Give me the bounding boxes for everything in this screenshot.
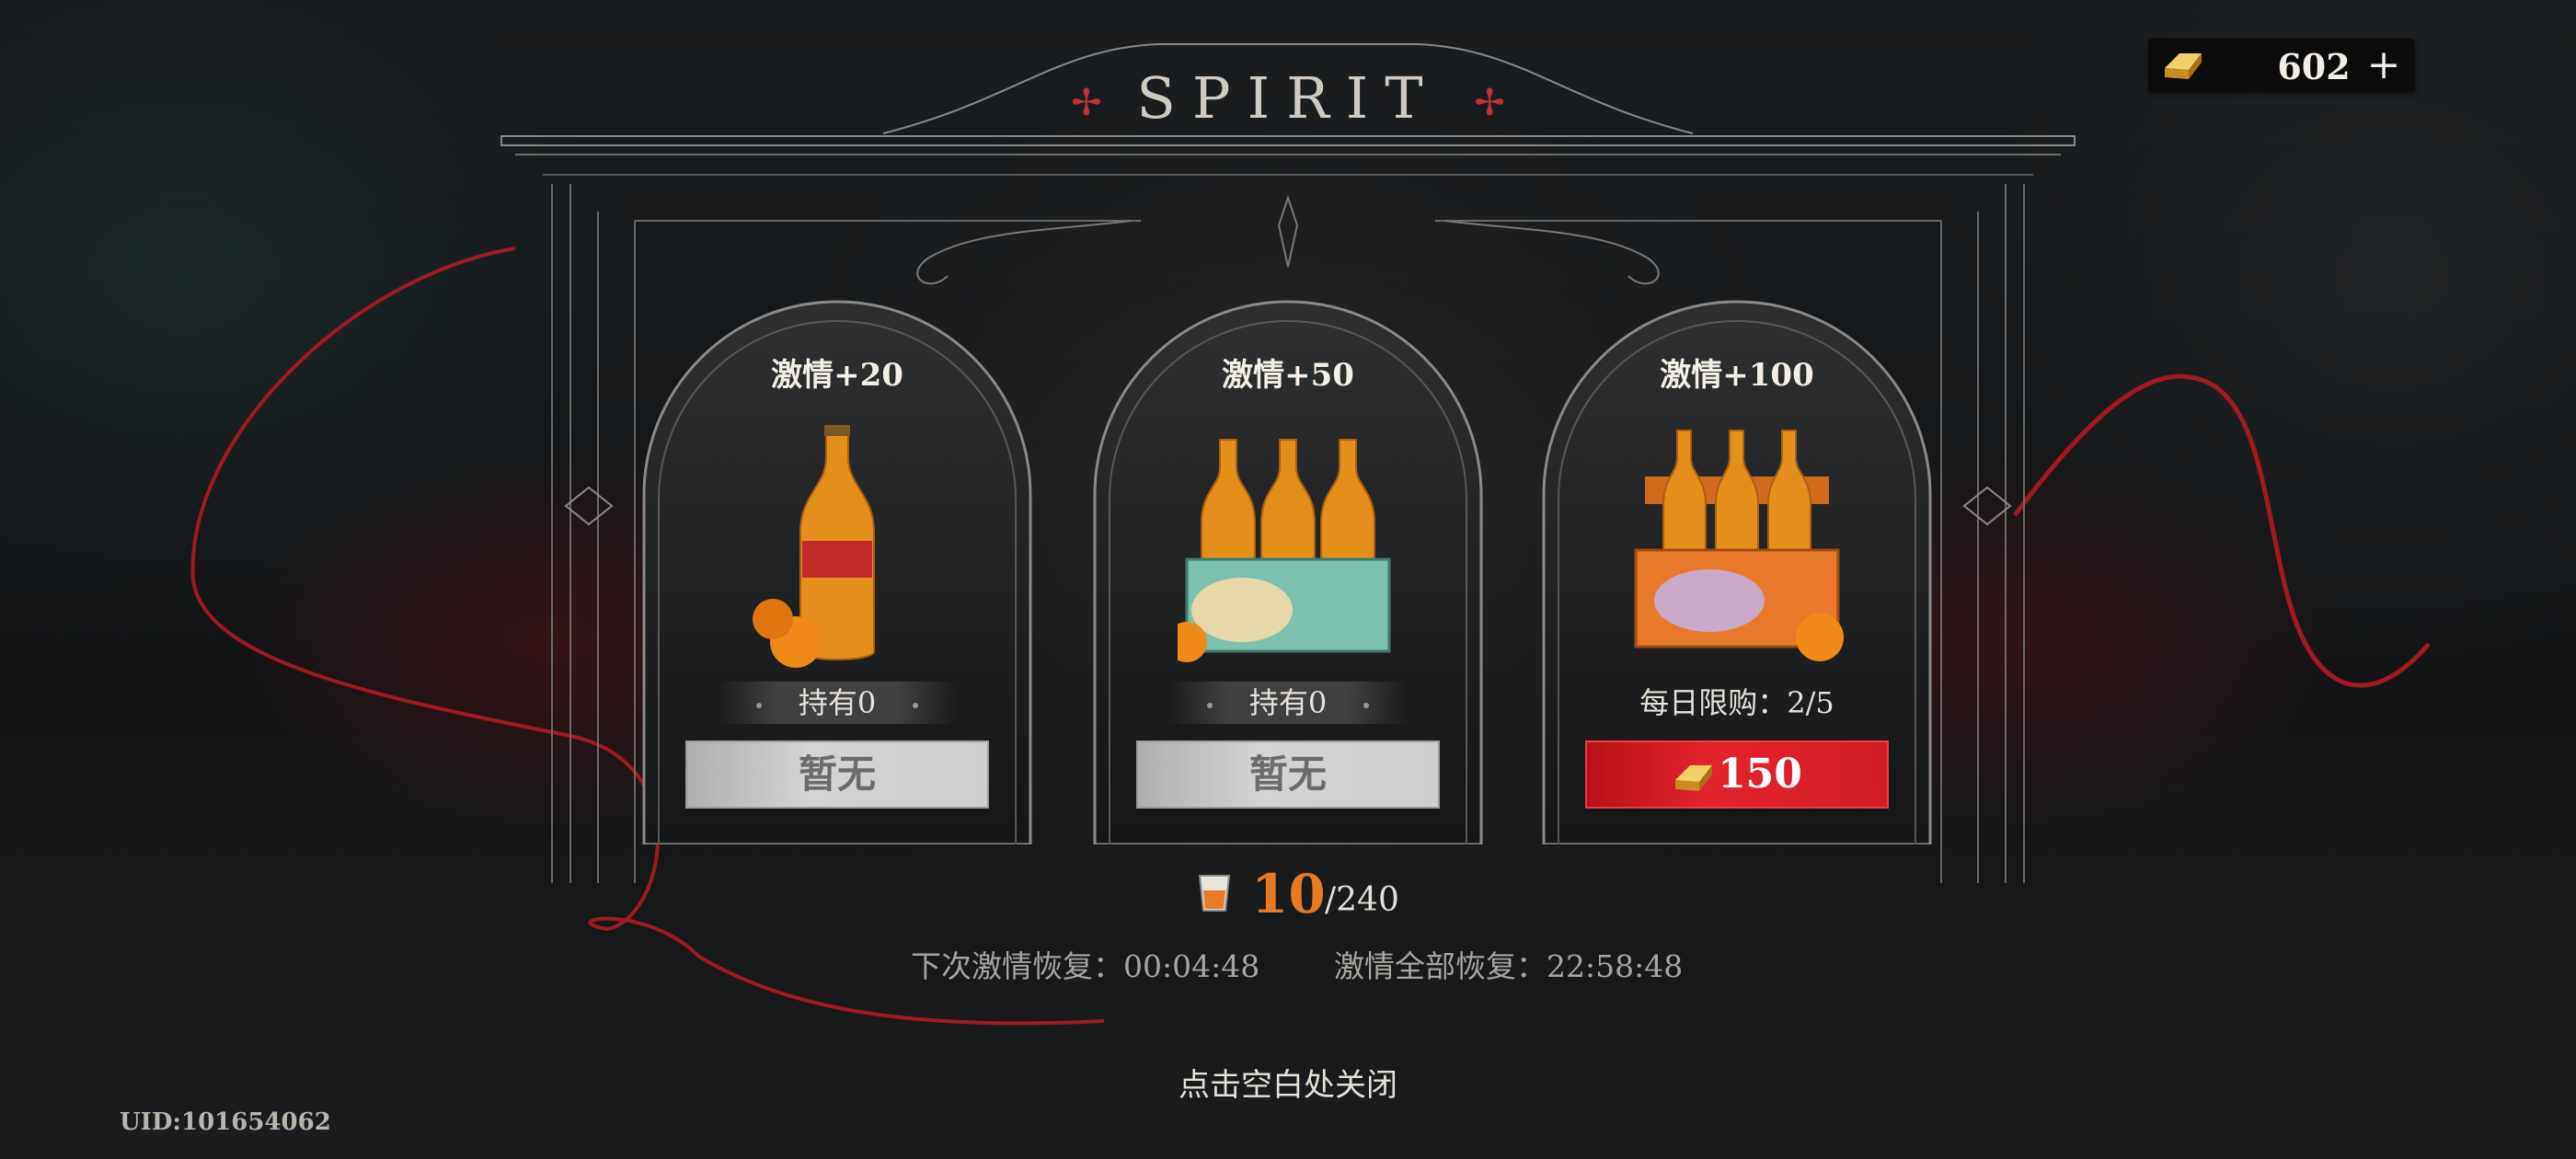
- three-bottle-box-icon: [1178, 439, 1391, 662]
- gold-bar-icon: [2165, 53, 2202, 79]
- daily-limit-text: 每日限购：2/5: [1639, 685, 1834, 720]
- card-label: 激情+50: [1222, 357, 1354, 394]
- single-bottle-icon: [753, 425, 875, 668]
- stamina-current: 10: [1251, 863, 1326, 925]
- title-ornament-right: ✢: [1474, 81, 1505, 124]
- shop-card-1[interactable]: 激情+20 持有0 暂无: [635, 293, 1040, 844]
- holding-count: 持有0: [1168, 682, 1408, 724]
- shop-card-3[interactable]: 激情+100 每日限购：2/5 150: [1535, 293, 1939, 844]
- passion-stamina: 10 /240: [1187, 863, 1408, 925]
- holding-text: 持有0: [1248, 685, 1328, 720]
- user-id: UID:101654062: [120, 1108, 331, 1136]
- holding-text: 持有0: [798, 685, 877, 720]
- card-label: 激情+20: [771, 357, 903, 394]
- dot-icon: [913, 702, 919, 708]
- close-hint: 点击空白处关闭: [1179, 1067, 1397, 1104]
- add-currency-button[interactable]: +: [2362, 42, 2406, 88]
- dot-icon: [755, 702, 762, 708]
- shop-card-2[interactable]: 激情+50 持有0 暂无: [1086, 293, 1490, 844]
- currency-amount: 602: [2277, 46, 2351, 87]
- price-text: 150: [1718, 751, 1802, 798]
- drink-glass-icon: [1198, 875, 1231, 912]
- dot-icon: [1363, 702, 1370, 708]
- holding-count: 持有0: [718, 682, 957, 724]
- stamina-max: /240: [1325, 881, 1399, 919]
- dot-icon: [1206, 702, 1213, 708]
- unavailable-button[interactable]: 暂无: [685, 740, 989, 809]
- full-recovery-timer: 激情全部恢复：22:58:48: [1334, 948, 1684, 984]
- gold-bar-icon: [1675, 764, 1713, 791]
- title-text: SPIRIT: [1136, 64, 1440, 132]
- buy-button[interactable]: 150: [1585, 740, 1889, 809]
- card-label: 激情+100: [1660, 357, 1814, 394]
- unavailable-button[interactable]: 暂无: [1136, 740, 1440, 809]
- title-ornament-left: ✢: [1071, 81, 1102, 124]
- page-title: ✢ SPIRIT ✢: [1012, 64, 1564, 132]
- next-recovery-timer: 下次激情恢复：00:04:48: [911, 948, 1260, 984]
- currency-display: 602 +: [2148, 39, 2415, 92]
- six-pack-crate-icon: [1634, 430, 1844, 661]
